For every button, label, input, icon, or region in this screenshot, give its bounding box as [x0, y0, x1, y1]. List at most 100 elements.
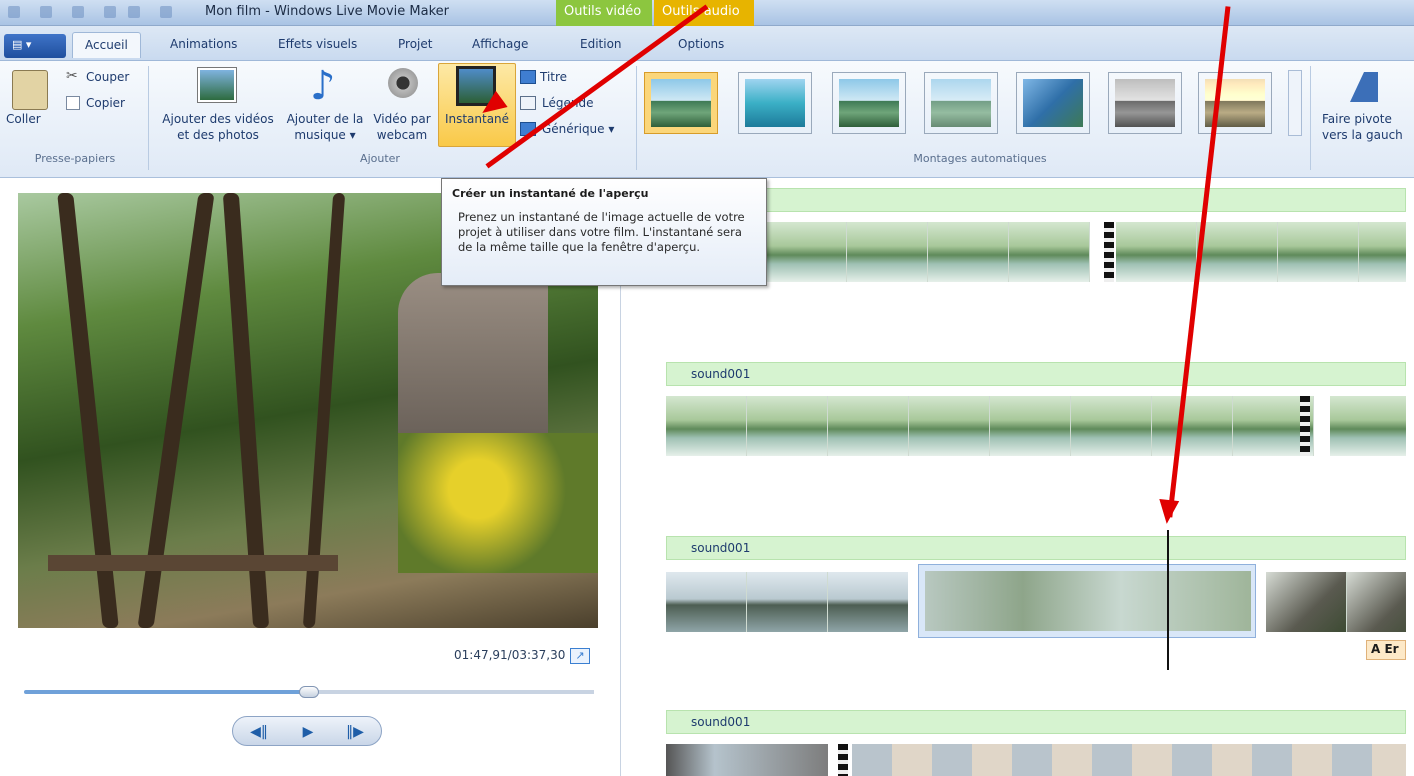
window-title: Mon film - Windows Live Movie Maker	[205, 4, 449, 19]
clip-frame	[1278, 222, 1359, 282]
ribbon-separator	[1310, 66, 1311, 170]
clip-frame	[852, 744, 1406, 776]
ribbon-separator	[148, 66, 149, 170]
rotate-left-icon[interactable]	[1350, 72, 1378, 102]
caption-icon[interactable]	[520, 96, 536, 110]
copy-icon[interactable]	[66, 96, 80, 110]
arrowhead-icon	[1156, 499, 1180, 525]
clip-frame	[766, 222, 847, 282]
clip-frame	[747, 396, 828, 456]
clip-frame	[666, 572, 747, 632]
automovie-theme-1[interactable]	[644, 72, 718, 134]
video-clip-row-1[interactable]	[766, 222, 1406, 282]
webcam-icon[interactable]	[388, 68, 418, 98]
tab-accueil[interactable]: Accueil	[72, 32, 141, 58]
clip-frame	[1266, 572, 1347, 632]
tab-effets-visuels[interactable]: Effets visuels	[266, 32, 369, 58]
clip-frame	[847, 222, 928, 282]
clip-frame	[747, 572, 828, 632]
clip-frame	[1347, 572, 1406, 632]
next-frame-button[interactable]: ‖▶	[333, 721, 377, 743]
automovie-theme-5[interactable]	[1016, 72, 1090, 134]
rotate-left-button-line2[interactable]: vers la gauch	[1322, 128, 1403, 143]
fullscreen-icon[interactable]: ↗	[570, 648, 590, 664]
copy-button[interactable]: Copier	[86, 96, 125, 111]
selected-clip[interactable]	[918, 564, 1256, 638]
audio-track-bar[interactable]: sound001	[666, 536, 1406, 560]
filmstrip-marker-icon	[1300, 396, 1310, 456]
quick-access-icon[interactable]	[128, 6, 140, 18]
clip-frame	[666, 396, 747, 456]
paste-icon[interactable]	[12, 70, 48, 110]
video-clip-lake[interactable]	[666, 572, 908, 632]
tooltip-body: Prenez un instantané de l'image actuelle…	[458, 210, 745, 254]
caption-chip[interactable]: A Er	[1366, 640, 1406, 660]
automovie-theme-2[interactable]	[738, 72, 812, 134]
clip-frame	[1116, 222, 1197, 282]
clip-frame	[1152, 396, 1233, 456]
previous-frame-button[interactable]: ◀‖	[237, 721, 281, 743]
music-note-icon[interactable]: ♪	[310, 64, 336, 108]
tab-options[interactable]: Options	[666, 32, 736, 58]
credits-button[interactable]: Générique ▾	[542, 122, 614, 137]
save-icon[interactable]	[40, 6, 52, 18]
video-clip-row-4[interactable]	[666, 744, 1406, 776]
seek-thumb[interactable]	[299, 686, 319, 698]
group-label-add: Ajouter	[360, 152, 400, 165]
clip-frame	[909, 396, 990, 456]
group-label-clipboard: Presse-papiers	[34, 152, 116, 165]
filmstrip-marker-icon	[838, 744, 848, 776]
cut-button[interactable]: Couper	[86, 70, 129, 85]
rotate-left-button-line1[interactable]: Faire pivote	[1322, 112, 1392, 127]
video-clip-rock[interactable]	[1266, 572, 1406, 632]
webcam-button-line2[interactable]: webcam	[370, 128, 434, 143]
clip-frame	[928, 222, 1009, 282]
undo-icon[interactable]	[72, 6, 84, 18]
yellow-flowers	[398, 433, 598, 573]
add-music-button-line2[interactable]: musique ▾	[280, 128, 370, 143]
scissors-icon[interactable]: ✂	[66, 68, 78, 84]
context-tab-video-tools: Outils vidéo	[556, 0, 652, 26]
tab-animations[interactable]: Animations	[158, 32, 249, 58]
add-videos-photos-icon[interactable]	[198, 68, 236, 102]
webcam-button-line1[interactable]: Vidéo par	[370, 112, 434, 127]
ribbon-separator	[636, 66, 637, 170]
tab-affichage[interactable]: Affichage	[460, 32, 540, 58]
audio-track-bar[interactable]: sound001	[666, 362, 1406, 386]
audio-track-bar[interactable]: sound001	[666, 710, 1406, 734]
time-readout: 01:47,91/03:37,30	[454, 648, 566, 662]
selected-clip-frames	[925, 571, 1251, 631]
automovie-theme-3[interactable]	[832, 72, 906, 134]
clip-frame	[990, 396, 1071, 456]
video-clip-row-2[interactable]	[666, 396, 1406, 456]
audio-track-bar[interactable]	[666, 188, 1406, 212]
clip-frame	[1359, 222, 1406, 282]
add-videos-photos-button-line1[interactable]: Ajouter des vidéos	[154, 112, 282, 127]
tooltip: Créer un instantané de l'aperçu Prenez u…	[441, 178, 767, 286]
themes-scroll[interactable]	[1288, 70, 1302, 136]
redo-icon[interactable]	[104, 6, 116, 18]
clip-frame	[1071, 396, 1152, 456]
file-menu-button[interactable]: ▤ ▾	[4, 34, 66, 58]
playback-controls: ◀‖ ▶ ‖▶	[232, 716, 382, 746]
clip-frame	[1330, 396, 1406, 456]
app-icon	[8, 6, 20, 18]
title-button[interactable]: Titre	[540, 70, 567, 85]
wooden-rail	[48, 555, 338, 571]
title-icon[interactable]	[520, 70, 536, 84]
automovie-theme-4[interactable]	[924, 72, 998, 134]
ribbon-tabs: Accueil Animations Effets visuels Projet…	[0, 26, 1414, 60]
seek-bar-remaining	[309, 690, 594, 694]
automovie-theme-7[interactable]	[1198, 72, 1272, 134]
playhead[interactable]	[1167, 530, 1169, 670]
automovie-theme-6[interactable]	[1108, 72, 1182, 134]
clip-frame	[1009, 222, 1090, 282]
tab-projet[interactable]: Projet	[386, 32, 444, 58]
customize-quick-access-icon[interactable]	[160, 6, 172, 18]
play-button[interactable]: ▶	[286, 721, 330, 743]
add-videos-photos-button-line2[interactable]: et des photos	[154, 128, 282, 143]
add-music-button-line1[interactable]: Ajouter de la	[280, 112, 370, 127]
snapshot-button[interactable]: Instantané	[438, 112, 516, 127]
tab-edition[interactable]: Edition	[568, 32, 634, 58]
paste-button[interactable]: Coller	[6, 112, 41, 127]
